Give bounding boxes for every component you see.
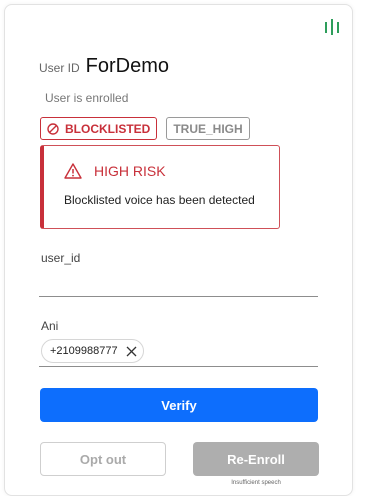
- risk-alert: HIGH RISK Blocklisted voice has been det…: [40, 145, 280, 229]
- block-icon: [47, 122, 59, 135]
- ani-chip-value: +2109988777: [50, 345, 118, 357]
- ani-input-underline[interactable]: [39, 366, 318, 367]
- re-enroll-button[interactable]: Re-Enroll: [193, 442, 319, 476]
- status-tags: BLOCKLISTED TRUE_HIGH: [40, 117, 250, 140]
- alert-header: HIGH RISK: [64, 163, 166, 179]
- alert-message: Blocklisted voice has been detected: [64, 193, 255, 207]
- user-id-input[interactable]: [39, 275, 318, 297]
- enrollment-status: User is enrolled: [45, 91, 129, 105]
- alert-title: HIGH RISK: [94, 163, 166, 179]
- blocklisted-badge: BLOCKLISTED: [40, 117, 158, 140]
- risk-level-badge: TRUE_HIGH: [166, 117, 250, 140]
- re-enroll-hint: Insufficient speech: [231, 480, 281, 486]
- bars-icon[interactable]: [324, 19, 340, 35]
- blocklisted-label: BLOCKLISTED: [65, 121, 151, 136]
- ani-chip: +2109988777: [41, 339, 144, 363]
- user-id-field-label: user_id: [41, 251, 81, 265]
- opt-out-button[interactable]: Opt out: [40, 442, 166, 476]
- close-icon[interactable]: [126, 346, 137, 357]
- user-id-header: User ID ForDemo: [39, 55, 169, 78]
- user-id-label: User ID: [39, 61, 80, 75]
- verification-card: User ID ForDemo User is enrolled BLOCKLI…: [4, 4, 353, 496]
- warning-icon: [64, 163, 82, 179]
- ani-field-label: Ani: [41, 319, 59, 333]
- verify-button[interactable]: Verify: [40, 388, 318, 422]
- user-id-value: ForDemo: [85, 55, 170, 77]
